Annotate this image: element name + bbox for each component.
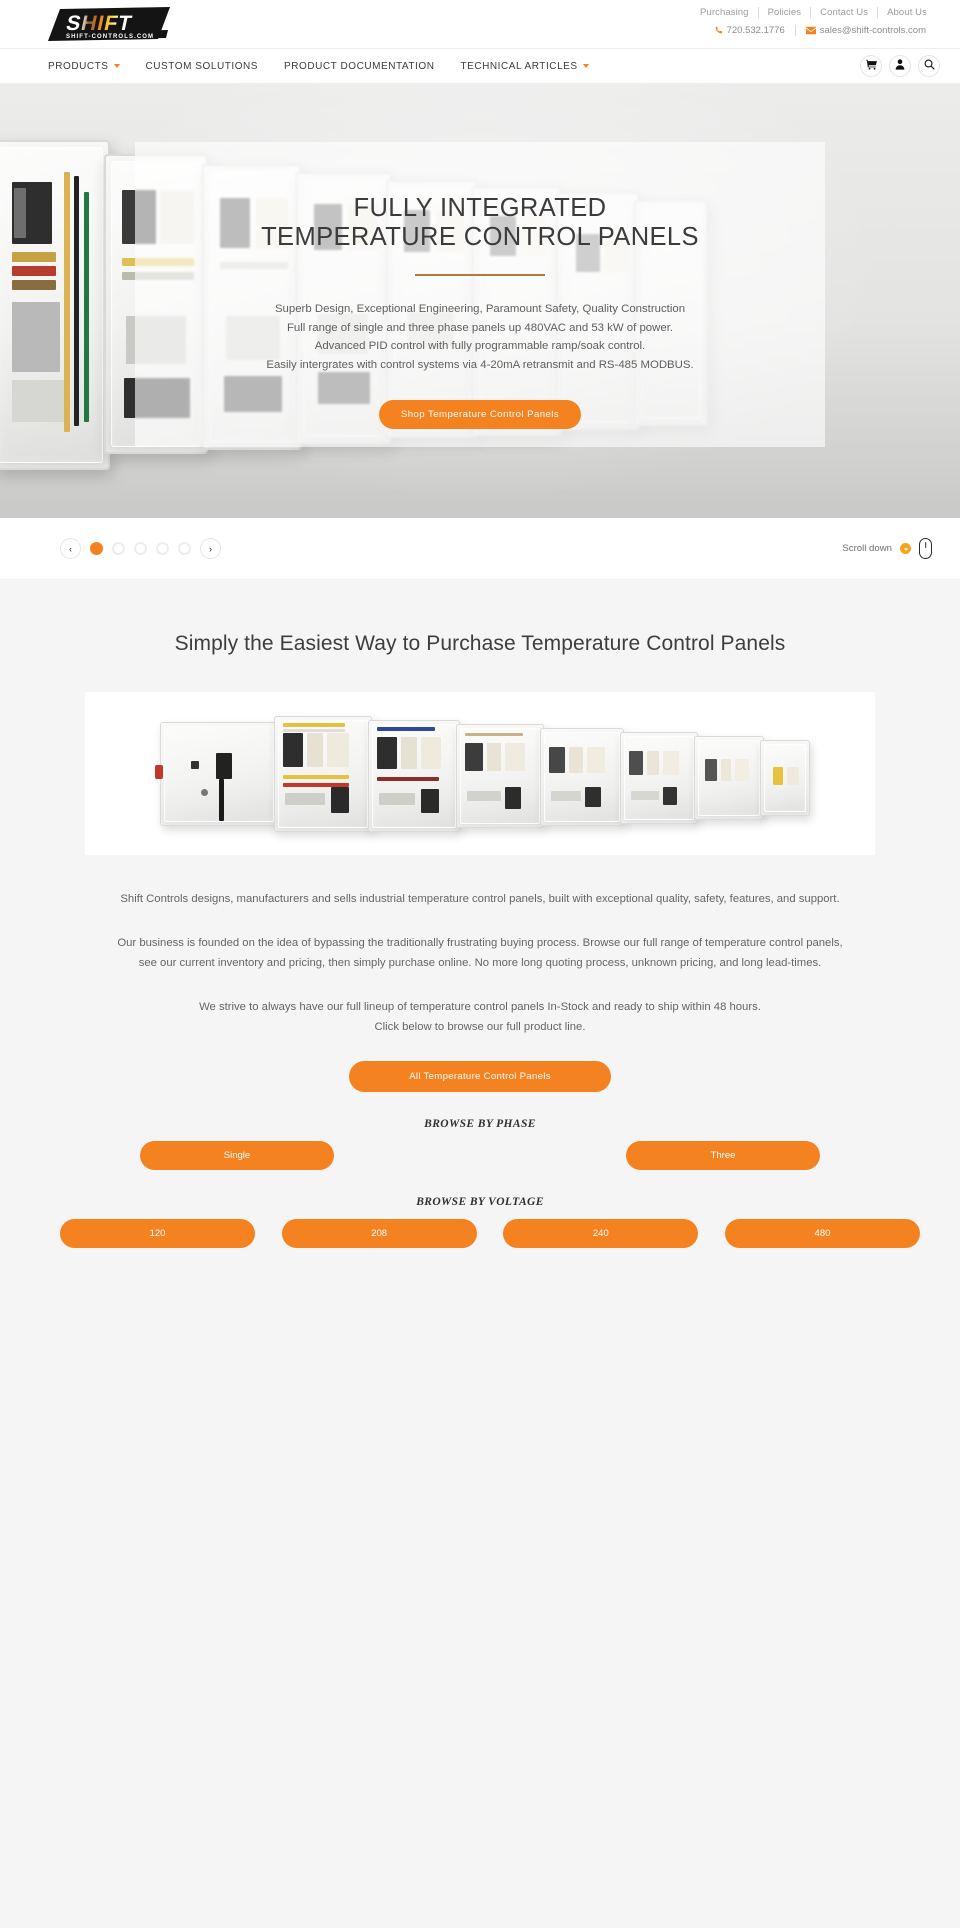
content-container: Simply the Easiest Way to Purchase Tempe… [60, 632, 920, 1248]
paragraph-1: Shift Controls designs, manufacturers an… [120, 893, 840, 905]
paragraph-2: Our business is founded on the idea of b… [117, 937, 843, 949]
scroll-down-label: Scroll down [842, 543, 892, 554]
scroll-down-hint[interactable]: Scroll down [842, 538, 932, 559]
carousel-next-button[interactable]: › [200, 538, 221, 559]
topbar-link-policies[interactable]: Policies [759, 6, 811, 19]
main-content: Simply the Easiest Way to Purchase Tempe… [0, 580, 960, 1928]
product-lineup-image [85, 692, 875, 855]
topbar-link-contact-us[interactable]: Contact Us [811, 6, 877, 19]
phone-number: 720.532.1776 [726, 25, 785, 36]
nav-label: TECHNICAL ARTICLES [460, 60, 578, 72]
search-button[interactable] [918, 55, 940, 77]
all-temperature-control-panels-button[interactable]: All Temperature Control Panels [349, 1061, 611, 1092]
voltage-button-208[interactable]: 208 [281, 1219, 477, 1248]
cart-icon [865, 57, 877, 75]
hero-sub-line-4: Easily intergrates with control systems … [266, 358, 694, 371]
logo-mark: SHIFT SHIFT-CONTROLS.COM [48, 7, 170, 47]
envelope-icon [805, 26, 816, 35]
shop-temperature-control-panels-button[interactable]: Shop Temperature Control Panels [378, 400, 582, 429]
account-button[interactable] [889, 55, 911, 77]
voltage-button-240[interactable]: 240 [503, 1219, 699, 1248]
search-icon [924, 57, 935, 75]
hero-sub-line-3: Advanced PID control with fully programm… [314, 340, 646, 352]
mouse-icon [919, 538, 932, 559]
nav-label: CUSTOM SOLUTIONS [145, 60, 259, 72]
carousel-control-bar: ‹ › Scroll down [0, 518, 960, 580]
hero-sub-line-2: Full range of single and three phase pan… [286, 321, 674, 334]
voltage-button-120[interactable]: 120 [60, 1219, 255, 1248]
browse-by-phase-label: BROWSE BY PHASE [424, 1118, 536, 1130]
nav-item-product-documentation[interactable]: PRODUCT DOCUMENTATION [271, 61, 447, 72]
site-logo[interactable]: SHIFT SHIFT-CONTROLS.COM [0, 0, 170, 47]
nav-item-technical-articles[interactable]: TECHNICAL ARTICLES [447, 61, 601, 72]
page-bottom-spacer [0, 1248, 960, 1928]
hero-title: FULLY INTEGRATED TEMPERATURE CONTROL PAN… [0, 194, 960, 252]
carousel-dot-2[interactable] [112, 542, 125, 555]
cart-button[interactable] [860, 55, 882, 77]
nav-items: PRODUCTS CUSTOM SOLUTIONS PRODUCT DOCUME… [48, 61, 602, 72]
topbar-link-purchasing[interactable]: Purchasing [691, 6, 758, 19]
phone-icon [714, 26, 723, 35]
nav-label: PRODUCT DOCUMENTATION [284, 60, 435, 72]
topbar-contact: 720.532.1776 sales@shift-controls.com [704, 24, 936, 37]
hero-content: FULLY INTEGRATED TEMPERATURE CONTROL PAN… [0, 194, 960, 429]
main-navigation: PRODUCTS CUSTOM SOLUTIONS PRODUCT DOCUME… [0, 48, 960, 84]
hero-carousel-slide: FULLY INTEGRATED TEMPERATURE CONTROL PAN… [0, 84, 960, 518]
chevron-down-icon [113, 64, 120, 68]
nav-item-products[interactable]: PRODUCTS [48, 61, 133, 72]
user-icon [895, 57, 905, 75]
phase-button-three[interactable]: Three [626, 1141, 820, 1170]
nav-item-custom-solutions[interactable]: CUSTOM SOLUTIONS [133, 61, 272, 72]
carousel-nav: ‹ › [60, 538, 221, 559]
voltage-button-row: 120 208 240 480 [60, 1219, 920, 1248]
svg-text:SHIFT: SHIFT [64, 12, 134, 35]
hero-title-line-2: TEMPERATURE CONTROL PANELS [261, 223, 699, 251]
phone-link[interactable]: 720.532.1776 [704, 24, 795, 37]
nav-icon-group [860, 55, 940, 77]
hero-title-line-1: FULLY INTEGRATED [353, 194, 607, 222]
hero-subtitle: Superb Design, Exceptional Engineering, … [0, 300, 960, 374]
intro-copy: Shift Controls designs, manufacturers an… [60, 889, 900, 1037]
chevron-down-icon [582, 64, 589, 68]
panel-strip [155, 715, 810, 832]
paragraph-5: Click below to browse our full product l… [374, 1021, 586, 1033]
paragraph-3: see our current inventory and pricing, t… [138, 957, 822, 969]
email-link[interactable]: sales@shift-controls.com [796, 24, 936, 37]
top-bar: SHIFT SHIFT-CONTROLS.COM Purchasing Poli… [0, 0, 960, 48]
topbar-links: Purchasing Policies Contact Us About Us [691, 6, 936, 19]
carousel-dot-4[interactable] [156, 542, 169, 555]
carousel-dot-5[interactable] [178, 542, 191, 555]
svg-text:SHIFT-CONTROLS.COM: SHIFT-CONTROLS.COM [66, 34, 154, 40]
carousel-dot-1[interactable] [90, 542, 103, 555]
hero-sub-line-1: Superb Design, Exceptional Engineering, … [274, 303, 686, 315]
carousel-dot-3[interactable] [134, 542, 147, 555]
paragraph-4: We strive to always have our full lineup… [199, 1001, 761, 1013]
page-title: Simply the Easiest Way to Purchase Tempe… [174, 632, 786, 655]
phase-button-single[interactable]: Single [140, 1141, 334, 1170]
phase-button-row: Single Three [140, 1141, 820, 1170]
topbar-right: Purchasing Policies Contact Us About Us … [691, 0, 936, 37]
logo-svg: SHIFT SHIFT-CONTROLS.COM [48, 7, 170, 41]
arrow-down-circle-icon [900, 543, 911, 554]
nav-label: PRODUCTS [48, 60, 109, 72]
voltage-button-480[interactable]: 480 [724, 1219, 920, 1248]
hero-divider [415, 274, 545, 276]
topbar-link-about-us[interactable]: About Us [878, 6, 936, 19]
email-address: sales@shift-controls.com [819, 25, 926, 36]
carousel-prev-button[interactable]: ‹ [60, 538, 81, 559]
browse-by-voltage-label: BROWSE BY VOLTAGE [416, 1196, 544, 1208]
